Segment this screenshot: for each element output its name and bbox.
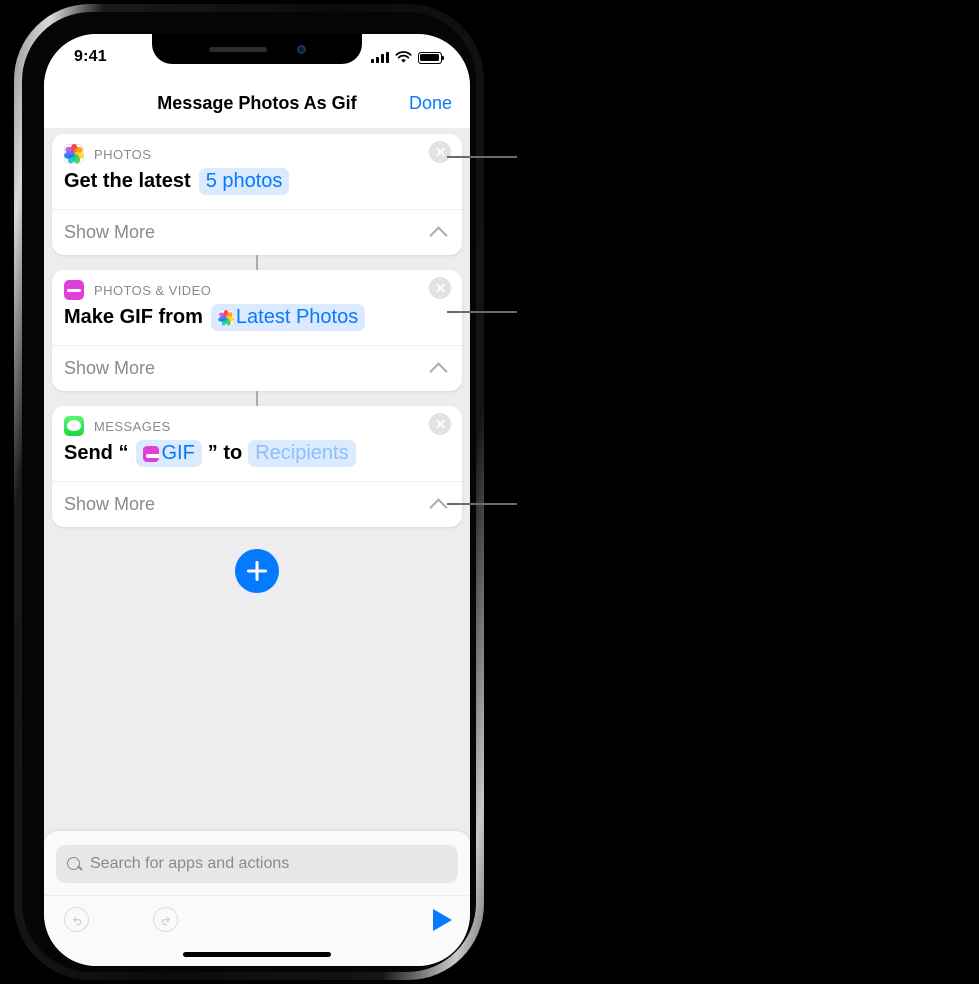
- action-recipients-label: Recipients: [255, 442, 349, 464]
- play-triangle-icon[interactable]: [433, 908, 452, 931]
- redo-glyph: [161, 916, 170, 925]
- speaker-grille-icon: [208, 46, 267, 52]
- show-more-row-photos[interactable]: Show More: [52, 209, 462, 255]
- show-more-row-messages[interactable]: Show More: [52, 481, 462, 527]
- undo-arrow-icon[interactable]: [64, 907, 89, 932]
- status-bar-icons: [371, 51, 445, 64]
- page-title: Message Photos As Gif: [157, 92, 357, 113]
- done-button[interactable]: Done: [409, 93, 452, 114]
- iphone-device-frame: 9:41 Message Photos As Gif Done PHOTOS G…: [14, 4, 484, 980]
- plus-icon[interactable]: [235, 549, 279, 593]
- callout-line-photos: [447, 156, 517, 158]
- photos-video-app-icon: [64, 280, 84, 300]
- action-card-header: PHOTOS & VIDEO: [52, 270, 462, 302]
- action-card-header: PHOTOS: [52, 134, 462, 166]
- home-indicator[interactable]: [183, 952, 331, 957]
- action-card-body: Get the latest 5 photos: [52, 166, 462, 209]
- action-connector-line: [256, 391, 258, 406]
- chevron-up-icon: [429, 225, 448, 245]
- show-more-label: Show More: [64, 222, 156, 242]
- display-notch: [152, 34, 362, 64]
- show-more-row-photos-video[interactable]: Show More: [52, 345, 462, 391]
- device-screen: 9:41 Message Photos As Gif Done PHOTOS G…: [44, 34, 470, 966]
- action-parameter-label: 5 photos: [205, 170, 283, 192]
- action-text-before: Get the latest: [64, 170, 191, 192]
- navigation-bar: Message Photos As Gif Done: [44, 78, 470, 128]
- action-variable-label: Latest Photos: [235, 306, 359, 328]
- close-circle-icon[interactable]: [429, 413, 451, 435]
- callout-line-messages: [447, 503, 517, 505]
- show-more-label: Show More: [64, 358, 156, 378]
- redo-arrow-icon[interactable]: [153, 907, 178, 932]
- action-card-body: Send “ GIF ” to Recipients: [52, 438, 462, 481]
- shortcut-actions-list[interactable]: PHOTOS Get the latest 5 photos Show More: [44, 128, 470, 831]
- chevron-up-icon: [429, 361, 448, 381]
- close-circle-icon[interactable]: [429, 141, 451, 163]
- action-variable-label: GIF: [161, 442, 195, 464]
- action-card-header: MESSAGES: [52, 406, 462, 438]
- close-circle-icon[interactable]: [429, 277, 451, 299]
- search-icon: [67, 856, 82, 872]
- device-bezel: 9:41 Message Photos As Gif Done PHOTOS G…: [22, 12, 476, 972]
- editor-toolbar: [44, 895, 470, 943]
- add-action-row: [52, 549, 462, 593]
- front-camera-icon: [296, 44, 306, 54]
- action-variable-token[interactable]: Latest Photos: [210, 304, 366, 331]
- search-placeholder: Search for apps and actions: [90, 855, 290, 872]
- action-parameter-token[interactable]: 5 photos: [198, 168, 290, 195]
- action-app-label: MESSAGES: [94, 418, 171, 434]
- messages-app-icon: [64, 416, 84, 436]
- show-more-label: Show More: [64, 494, 156, 514]
- action-card-body: Make GIF from Latest Photos: [52, 302, 462, 345]
- callout-line-photos-video: [447, 311, 517, 313]
- action-app-label: PHOTOS & VIDEO: [94, 282, 212, 298]
- action-card-photos[interactable]: PHOTOS Get the latest 5 photos Show More: [52, 134, 462, 270]
- action-text-after: ” to: [207, 442, 243, 464]
- search-input[interactable]: Search for apps and actions: [56, 845, 458, 883]
- battery-full-icon: [418, 51, 445, 64]
- action-app-label: PHOTOS: [94, 146, 152, 162]
- bottom-bar: Search for apps and actions: [44, 831, 470, 966]
- chevron-up-icon: [429, 497, 448, 517]
- action-text-before: Make GIF from: [64, 306, 203, 328]
- action-recipients-token[interactable]: Recipients: [248, 440, 356, 467]
- photos-app-icon: [217, 309, 234, 326]
- action-card-photos-video[interactable]: PHOTOS & VIDEO Make GIF from Latest Phot…: [52, 270, 462, 406]
- cellular-signal-icon: [371, 52, 389, 63]
- action-text-before: Send “: [64, 442, 129, 464]
- wifi-icon: [395, 51, 412, 63]
- search-container: Search for apps and actions: [44, 831, 470, 895]
- action-card-messages[interactable]: MESSAGES Send “ GIF ” to Recipients Show…: [52, 406, 462, 527]
- photos-video-app-icon: [143, 445, 160, 462]
- action-connector-line: [256, 255, 258, 270]
- action-variable-token[interactable]: GIF: [136, 440, 202, 467]
- status-bar-time: 9:41: [74, 48, 107, 65]
- photos-app-icon: [64, 144, 84, 164]
- undo-glyph: [72, 916, 81, 925]
